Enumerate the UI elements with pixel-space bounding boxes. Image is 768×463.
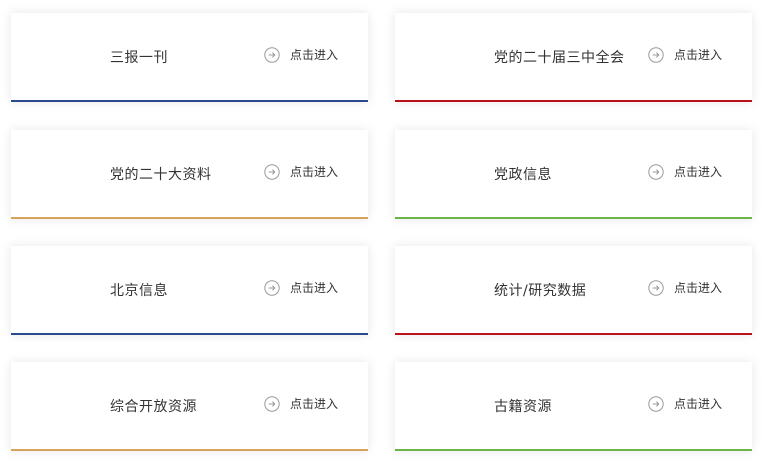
card-title: 党的二十届三中全会 <box>494 50 625 66</box>
arrow-circle-right-icon <box>648 163 664 180</box>
card-title: 北京信息 <box>110 283 168 299</box>
enter-link[interactable]: 点击进入 <box>264 46 338 63</box>
enter-label: 点击进入 <box>290 397 339 411</box>
enter-label: 点击进入 <box>290 165 339 179</box>
card-ancient-books[interactable]: 古籍资源 点击进入 <box>395 362 752 451</box>
enter-label: 点击进入 <box>290 281 339 295</box>
enter-label: 点击进入 <box>674 165 723 179</box>
card-title: 三报一刊 <box>110 50 168 66</box>
arrow-circle-right-icon <box>264 279 280 296</box>
arrow-circle-right-icon <box>648 395 664 412</box>
card-20th-congress-materials[interactable]: 党的二十大资料 点击进入 <box>11 130 368 219</box>
card-title: 党的二十大资料 <box>110 167 212 183</box>
enter-link[interactable]: 点击进入 <box>264 279 338 296</box>
card-open-resources[interactable]: 综合开放资源 点击进入 <box>11 362 368 451</box>
enter-link[interactable]: 点击进入 <box>648 395 722 412</box>
arrow-circle-right-icon <box>648 46 664 63</box>
arrow-circle-right-icon <box>264 163 280 180</box>
arrow-circle-right-icon <box>648 279 664 296</box>
arrow-circle-right-icon <box>264 395 280 412</box>
enter-label: 点击进入 <box>674 48 723 62</box>
card-title: 党政信息 <box>494 167 552 183</box>
arrow-circle-right-icon <box>264 46 280 63</box>
card-statistics-research-data[interactable]: 统计/研究数据 点击进入 <box>395 246 752 335</box>
card-title: 综合开放资源 <box>110 399 197 415</box>
card-three-newspapers-one-journal[interactable]: 三报一刊 点击进入 <box>11 13 368 102</box>
card-title: 统计/研究数据 <box>494 283 587 299</box>
card-beijing-info[interactable]: 北京信息 点击进入 <box>11 246 368 335</box>
card-party-government-info[interactable]: 党政信息 点击进入 <box>395 130 752 219</box>
card-title: 古籍资源 <box>494 399 552 415</box>
enter-label: 点击进入 <box>674 397 723 411</box>
enter-link[interactable]: 点击进入 <box>648 46 722 63</box>
enter-link[interactable]: 点击进入 <box>264 163 338 180</box>
resource-card-grid: 三报一刊 点击进入 党的二十届三中全会 点击进入 党的二十大资料 点击进入 党政… <box>0 0 768 463</box>
enter-link[interactable]: 点击进入 <box>648 279 722 296</box>
enter-link[interactable]: 点击进入 <box>648 163 722 180</box>
card-third-plenary-session[interactable]: 党的二十届三中全会 点击进入 <box>395 13 752 102</box>
enter-link[interactable]: 点击进入 <box>264 395 338 412</box>
enter-label: 点击进入 <box>674 281 723 295</box>
enter-label: 点击进入 <box>290 48 339 62</box>
